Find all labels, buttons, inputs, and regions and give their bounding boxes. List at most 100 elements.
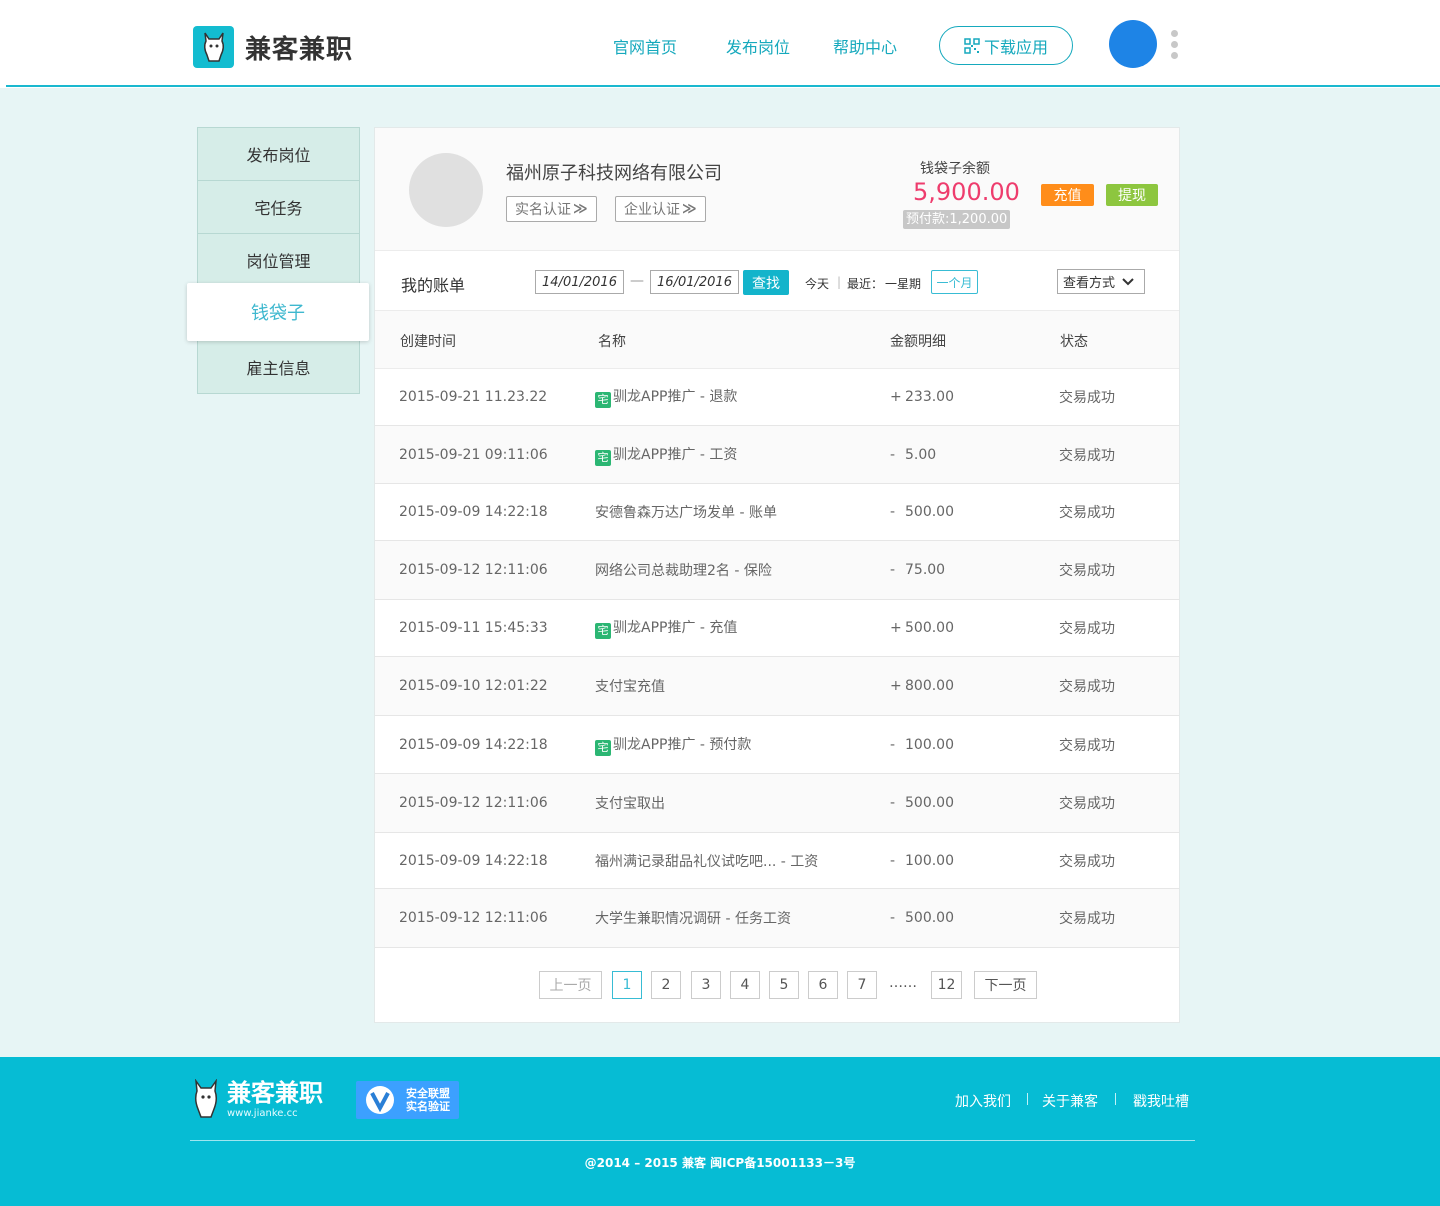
row-time: 2015-09-12 12:11:06 [399, 795, 548, 811]
footer-link-about[interactable]: 关于兼客 [1042, 1091, 1098, 1111]
home-task-tag: 宅 [595, 449, 611, 466]
next-page-button[interactable]: 下一页 [974, 971, 1037, 999]
page-last-button[interactable]: 12 [931, 971, 962, 999]
row-amount-sign: - [890, 852, 896, 869]
row-name: 驯龙APP推广 - 工资 [613, 446, 738, 463]
sidebar-item-home-task[interactable]: 宅任务 [198, 181, 359, 234]
date-separator: — [630, 273, 644, 289]
th-name: 名称 [598, 334, 626, 350]
row-amount-sign: - [890, 736, 896, 753]
row-amount-sign: + [890, 620, 902, 636]
footer-link-join[interactable]: 加入我们 [955, 1091, 1011, 1111]
row-amount-sign: - [890, 795, 896, 811]
nav-post-job-link[interactable]: 发布岗位 [726, 34, 790, 58]
table-row[interactable]: 2015-09-21 11.23.22 宅驯龙APP推广 - 退款 +233.00 交… [375, 369, 1179, 426]
filter-month[interactable]: 一个月 [931, 270, 978, 294]
wallet-panel: 福州原子科技网络有限公司 实名认证 ≫ 企业认证 ≫ 钱袋子余额 5,900.0… [374, 127, 1180, 1023]
user-avatar[interactable] [1109, 20, 1157, 68]
row-amount: 500.00 [905, 795, 954, 811]
table-row[interactable]: 2015-09-21 09:11:06 宅驯龙APP推广 - 工资 -5.00 交易成… [375, 426, 1179, 484]
table-row[interactable]: 2015-09-09 14:22:18 安德鲁森万达广场发单 - 账单 -500.0… [375, 484, 1179, 541]
row-name-cell: 宅驯龙APP推广 - 工资 [595, 444, 737, 466]
nav-home-link[interactable]: 官网首页 [613, 34, 677, 58]
row-amount: 5.00 [905, 446, 937, 463]
withdraw-button[interactable]: 提现 [1106, 184, 1158, 206]
row-time: 2015-09-10 12:01:22 [399, 678, 548, 694]
view-mode-select[interactable]: 查看方式 [1057, 269, 1145, 294]
company-avatar [409, 153, 483, 227]
sidebar-item-employer-info[interactable]: 雇主信息 [198, 340, 359, 393]
row-amount-cell: -75.00 [890, 562, 945, 578]
download-app-button[interactable]: 下载应用 [939, 26, 1073, 65]
more-menu-icon[interactable] [1171, 30, 1179, 62]
row-time: 2015-09-09 14:22:18 [399, 504, 548, 520]
badge-line1: 安全联盟 [406, 1087, 450, 1100]
footer-logo[interactable]: 兼客兼职 www.jianke.cc [193, 1079, 323, 1119]
prev-page-button[interactable]: 上一页 [539, 971, 602, 999]
row-name: 网络公司总裁助理2名 - 保险 [595, 563, 772, 579]
row-time: 2015-09-12 12:11:06 [399, 562, 548, 578]
security-alliance-badge[interactable]: 安全联盟 实名验证 [356, 1081, 459, 1119]
table-row[interactable]: 2015-09-12 12:11:06 大学生兼职情况调研 - 任务工资 -500.… [375, 889, 1179, 948]
page-1-button[interactable]: 1 [612, 971, 642, 999]
chevron-down-icon [1122, 277, 1134, 285]
row-amount-sign: + [890, 678, 902, 694]
row-amount-cell: -500.00 [890, 504, 954, 520]
sidebar-item-post-job[interactable]: 发布岗位 [198, 128, 359, 181]
row-amount: 500.00 [905, 504, 954, 520]
rhino-logo-icon [193, 26, 234, 68]
row-name: 安德鲁森万达广场发单 - 账单 [595, 505, 777, 521]
sidebar-item-job-manage[interactable]: 岗位管理 [198, 234, 359, 287]
filter-week[interactable]: 一星期 [885, 275, 921, 292]
bill-title: 我的账单 [401, 276, 466, 295]
company-cert-button[interactable]: 企业认证 ≫ [615, 196, 706, 222]
logo[interactable]: 兼客兼职 [193, 26, 353, 68]
recharge-button[interactable]: 充值 [1041, 184, 1094, 206]
row-amount-cell: -5.00 [890, 447, 936, 463]
footer-separator [1115, 1093, 1116, 1105]
bill-filter-bar: 我的账单 14/01/2016 — 16/01/2016 查找 今天 | 最近：… [375, 251, 1179, 311]
end-date-input[interactable]: 16/01/2016 [650, 270, 739, 294]
row-amount-cell: +500.00 [890, 620, 954, 636]
filter-recent-label: 最近： [847, 277, 884, 291]
copyright: @2014 – 2015 兼客 闽ICP备15001133－3号 [584, 1156, 856, 1170]
table-row[interactable]: 2015-09-12 12:11:06 支付宝取出 -500.00 交易成功 [375, 774, 1179, 833]
company-cert-label: 企业认证 [624, 202, 680, 218]
table-row[interactable]: 2015-09-10 12:01:22 支付宝充值 +800.00 交易成功 [375, 657, 1179, 716]
filter-today[interactable]: 今天 [805, 275, 829, 292]
pagination: 上一页 1234567 …… 12 下一页 [375, 971, 1179, 1001]
prepay-badge: 预付款:1,200.00 [903, 210, 1011, 229]
table-row[interactable]: 2015-09-09 14:22:18 福州满记录甜品礼仪试吃吧... - 工资 -… [375, 833, 1179, 889]
page-6-button[interactable]: 6 [808, 971, 838, 999]
footer-logo-url: www.jianke.cc [227, 1107, 298, 1119]
balance-value: 5,900.00 [913, 178, 1020, 206]
footer-separator [1027, 1093, 1028, 1105]
table-row[interactable]: 2015-09-11 15:45:33 宅驯龙APP推广 - 充值 +500.00 交… [375, 600, 1179, 657]
row-time: 2015-09-21 09:11:06 [399, 446, 548, 463]
footer-logo-text: 兼客兼职 [227, 1078, 323, 1107]
realname-cert-button[interactable]: 实名认证 ≫ [506, 196, 597, 222]
verified-v-icon [366, 1086, 394, 1114]
page-5-button[interactable]: 5 [769, 971, 799, 999]
row-name: 驯龙APP推广 - 退款 [613, 389, 738, 405]
start-date-input[interactable]: 14/01/2016 [535, 270, 624, 294]
nav-help-link[interactable]: 帮助中心 [833, 34, 897, 58]
page-7-button[interactable]: 7 [847, 971, 877, 999]
row-amount-sign: - [890, 910, 896, 926]
footer: 兼客兼职 www.jianke.cc 安全联盟 实名验证 加入我们 关于兼客 戳… [0, 1057, 1440, 1206]
row-name-cell: 大学生兼职情况调研 - 任务工资 [595, 908, 791, 928]
table-row[interactable]: 2015-09-09 14:22:18 宅驯龙APP推广 - 预付款 -100.00… [375, 716, 1179, 774]
footer-link-feedback[interactable]: 戳我吐槽 [1133, 1091, 1189, 1111]
row-amount-cell: -500.00 [890, 910, 954, 926]
row-status: 交易成功 [1059, 390, 1115, 406]
row-amount: 100.00 [905, 852, 954, 869]
page-3-button[interactable]: 3 [691, 971, 721, 999]
page-2-button[interactable]: 2 [651, 971, 681, 999]
filter-divider: | [837, 275, 842, 289]
search-button[interactable]: 查找 [743, 270, 789, 295]
row-amount-cell: +233.00 [890, 389, 954, 405]
table-row[interactable]: 2015-09-12 12:11:06 网络公司总裁助理2名 - 保险 -75.00… [375, 541, 1179, 600]
page-4-button[interactable]: 4 [730, 971, 760, 999]
double-chevron-right-icon: ≫ [573, 201, 588, 217]
sidebar-item-wallet[interactable]: 钱袋子 [187, 283, 369, 341]
